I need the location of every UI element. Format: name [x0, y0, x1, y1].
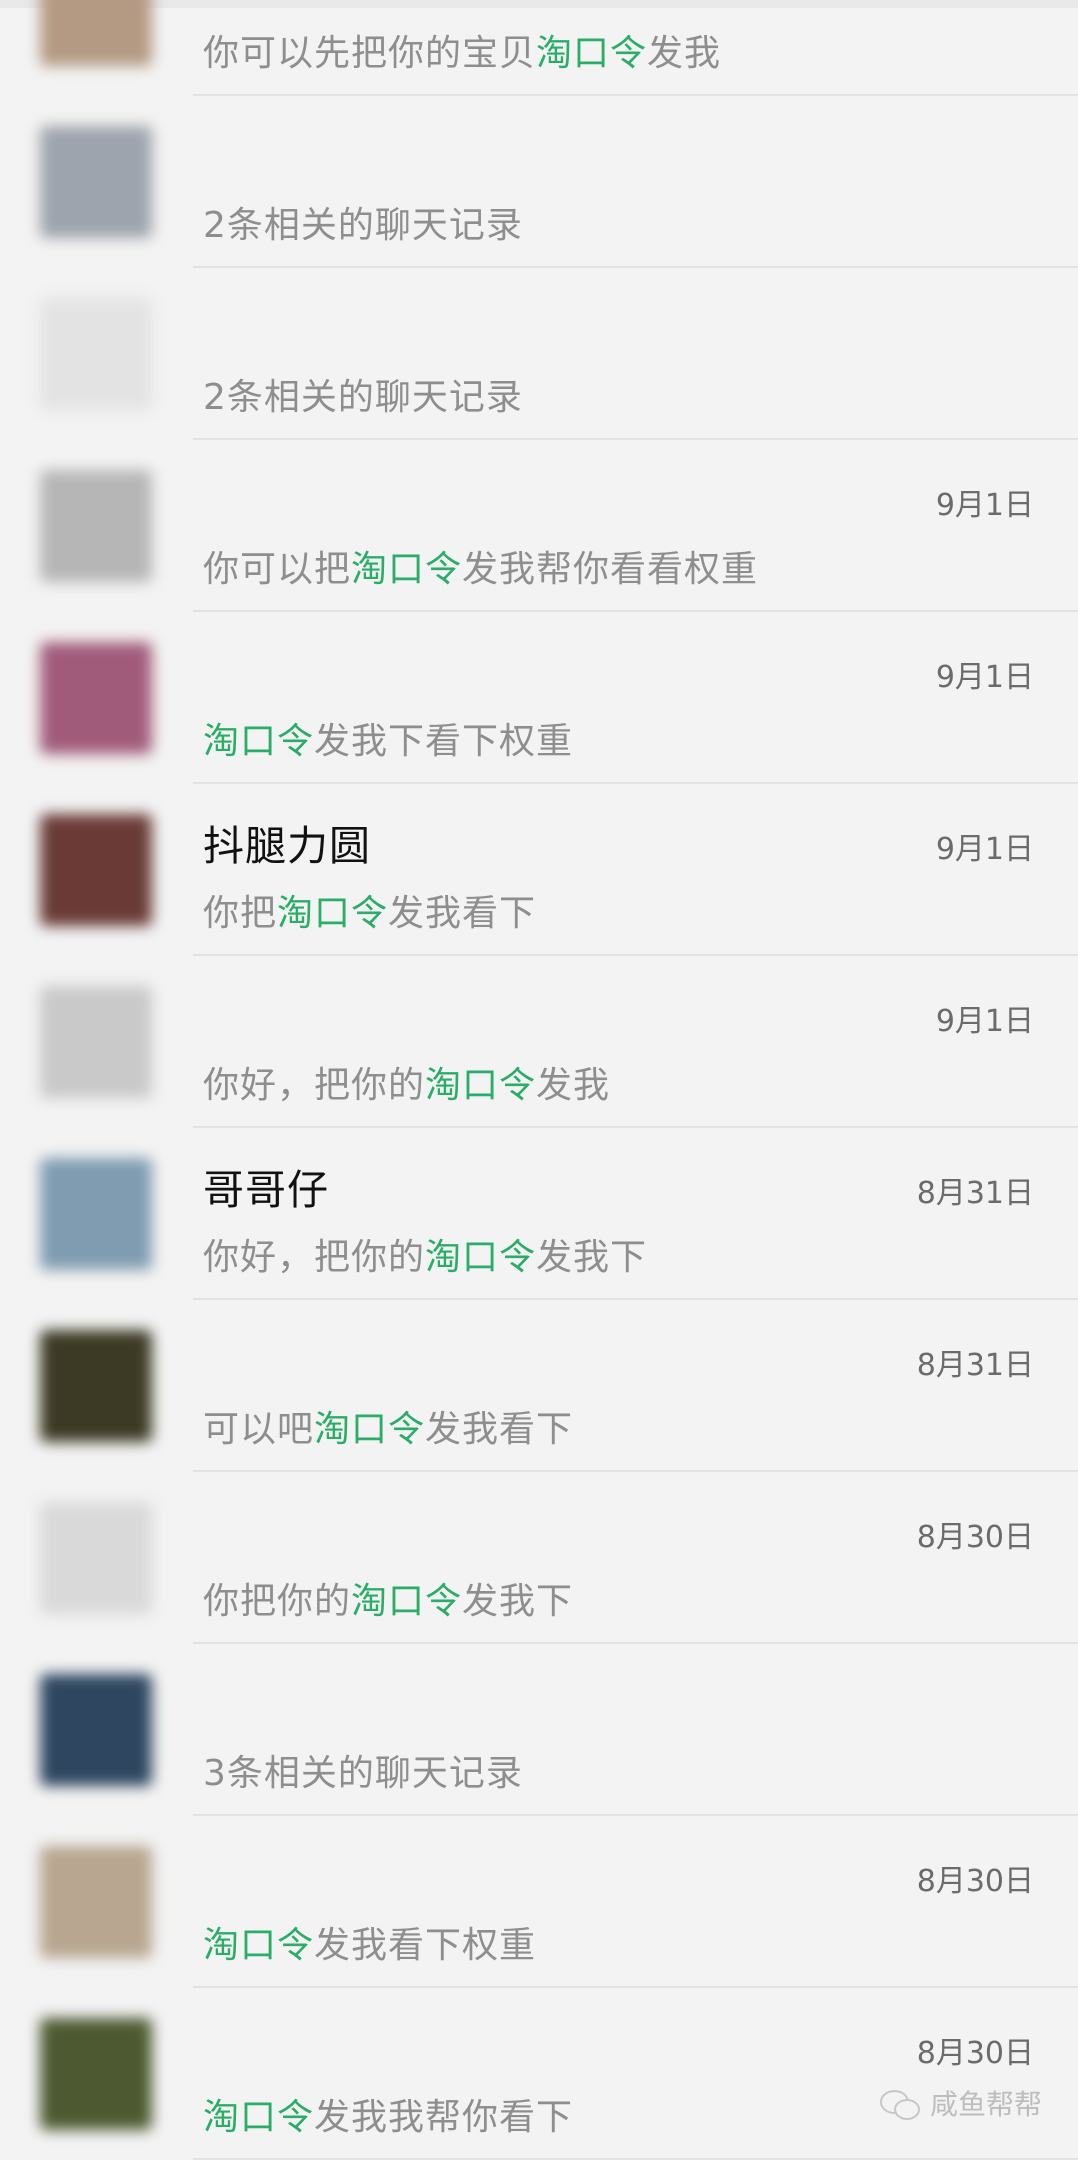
search-keyword-highlight: 淘口令 [314, 1409, 426, 1450]
message-preview: 你好，把你的淘口令发我下 [203, 1228, 647, 1280]
message-date: 8月30日 [916, 1864, 1034, 1899]
message-preview: 淘口令发我看下权重 [203, 1916, 536, 1968]
message-preview: 你把淘口令发我看下 [203, 884, 536, 936]
chat-list-item[interactable]: 你可以先把你的宝贝淘口令发我 [0, 0, 1078, 96]
preview-text: 发我下看下权重 [314, 721, 574, 762]
watermark: 咸鱼帮帮 [879, 2083, 1042, 2123]
avatar [40, 1846, 152, 1958]
preview-text: 3条相关的聊天记录 [203, 1753, 523, 1794]
preview-text: 2条相关的聊天记录 [203, 377, 523, 418]
message-preview: 淘口令发我下看下权重 [203, 712, 573, 764]
message-date: 8月30日 [916, 2036, 1034, 2071]
preview-text: 你好，把你的 [203, 1237, 426, 1278]
message-date: 8月31日 [916, 1176, 1034, 1211]
chat-list-item[interactable]: 哥哥仔你好，把你的淘口令发我下 8月31日 [0, 1128, 1078, 1300]
avatar [40, 642, 152, 754]
search-keyword-highlight: 淘口令 [351, 549, 463, 590]
message-date: 8月30日 [916, 1520, 1034, 1555]
message-date: 8月31日 [916, 1348, 1034, 1383]
chat-list-item[interactable]: 你好，把你的淘口令发我 9月1日 [0, 956, 1078, 1128]
chat-list-item[interactable]: 淘口令发我我帮你看下 8月30日 [0, 1988, 1078, 2160]
message-preview: 你可以把淘口令发我帮你看看权重 [203, 540, 758, 592]
search-keyword-highlight: 淘口令 [203, 1925, 315, 1966]
message-date: 9月1日 [935, 1004, 1034, 1039]
preview-text: 发我看下权重 [314, 1925, 537, 1966]
preview-text: 2条相关的聊天记录 [203, 205, 523, 246]
message-date: 9月1日 [935, 660, 1034, 695]
preview-text: 你把你的 [203, 1581, 352, 1622]
message-preview: 你可以先把你的宝贝淘口令发我 [203, 24, 721, 76]
message-preview: 淘口令发我我帮你看下 [203, 2088, 573, 2140]
search-keyword-highlight: 淘口令 [203, 2097, 315, 2138]
message-preview: 3条相关的聊天记录 [203, 1744, 523, 1796]
message-preview: 你把你的淘口令发我下 [203, 1572, 573, 1624]
avatar [40, 814, 152, 926]
preview-text: 发我 [647, 33, 722, 74]
chat-list-item[interactable]: 可以吧淘口令发我看下 8月31日 [0, 1300, 1078, 1472]
chat-list-item[interactable]: 2条相关的聊天记录 [0, 268, 1078, 440]
avatar [40, 470, 152, 582]
chat-list-item[interactable]: 你可以把淘口令发我帮你看看权重 9月1日 [0, 440, 1078, 612]
avatar [40, 1502, 152, 1614]
search-keyword-highlight: 淘口令 [425, 1237, 537, 1278]
preview-text: 发我帮你看看权重 [462, 549, 759, 590]
watermark-text: 咸鱼帮帮 [929, 2088, 1042, 2121]
avatar [40, 298, 152, 410]
preview-text: 你把 [203, 893, 278, 934]
preview-text: 发我下 [462, 1581, 574, 1622]
chat-list-item[interactable]: 2条相关的聊天记录 [0, 96, 1078, 268]
avatar [40, 0, 152, 66]
preview-text: 发我下 [536, 1237, 648, 1278]
avatar [40, 986, 152, 1098]
search-keyword-highlight: 淘口令 [351, 1581, 463, 1622]
message-preview: 2条相关的聊天记录 [203, 368, 523, 420]
message-preview: 你好，把你的淘口令发我 [203, 1056, 610, 1108]
search-keyword-highlight: 淘口令 [536, 33, 648, 74]
preview-text: 你可以先把你的宝贝 [203, 33, 537, 74]
message-date: 9月1日 [935, 832, 1034, 867]
preview-text: 发我看下 [388, 893, 537, 934]
contact-name: 哥哥仔 [203, 1166, 329, 1214]
wechat-icon [879, 2087, 922, 2120]
preview-text: 发我 [536, 1065, 611, 1106]
preview-text: 发我看下 [425, 1409, 574, 1450]
contact-name: 抖腿力圆 [203, 822, 371, 870]
preview-text: 发我我帮你看下 [314, 2097, 574, 2138]
chat-list-item[interactable]: 你把你的淘口令发我下 8月30日 [0, 1472, 1078, 1644]
chat-list-item[interactable]: 淘口令发我下看下权重 9月1日 [0, 612, 1078, 784]
message-preview: 2条相关的聊天记录 [203, 196, 523, 248]
avatar [40, 2018, 152, 2130]
chat-list-item[interactable]: 抖腿力圆你把淘口令发我看下 9月1日 [0, 784, 1078, 956]
avatar [40, 126, 152, 238]
search-keyword-highlight: 淘口令 [425, 1065, 537, 1106]
search-keyword-highlight: 淘口令 [203, 721, 315, 762]
avatar [40, 1330, 152, 1442]
message-preview: 可以吧淘口令发我看下 [203, 1400, 573, 1452]
preview-text: 可以吧 [203, 1409, 315, 1450]
chat-list-item[interactable]: 淘口令发我看下权重 8月30日 [0, 1816, 1078, 1988]
chat-list-item[interactable]: 3条相关的聊天记录 [0, 1644, 1078, 1816]
message-date: 9月1日 [935, 488, 1034, 523]
preview-text: 你好，把你的 [203, 1065, 426, 1106]
avatar [40, 1158, 152, 1270]
avatar [40, 1674, 152, 1786]
preview-text: 你可以把 [203, 549, 352, 590]
search-keyword-highlight: 淘口令 [277, 893, 389, 934]
